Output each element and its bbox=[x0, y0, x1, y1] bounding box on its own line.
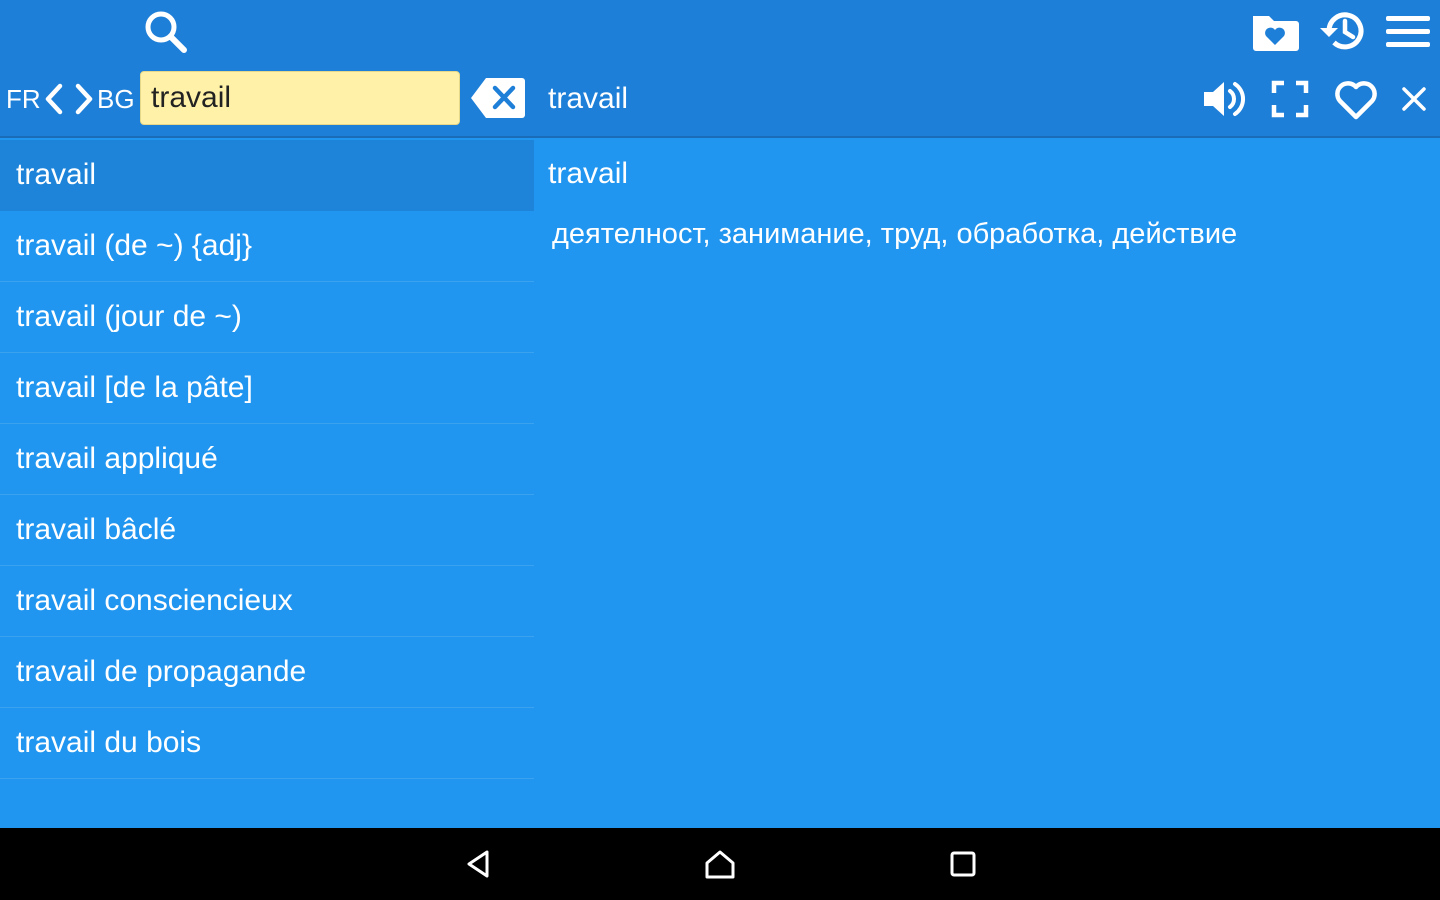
pronounce-button[interactable] bbox=[1198, 76, 1250, 122]
menu-icon bbox=[1386, 16, 1430, 47]
search-icon bbox=[145, 11, 187, 53]
headword: travail bbox=[548, 157, 629, 190]
toolbar: FR BG travail bbox=[0, 0, 1440, 138]
list-item[interactable]: travail du bois bbox=[0, 708, 534, 779]
results-list: travail travail (de ~) {adj} travail (jo… bbox=[0, 140, 534, 828]
search-button[interactable] bbox=[140, 6, 190, 56]
translation-text: деятелност, занимание, труд, обработка, … bbox=[552, 218, 1238, 250]
list-item[interactable]: travail de propagande bbox=[0, 637, 534, 708]
source-language[interactable]: FR bbox=[6, 78, 41, 120]
swap-languages-icon bbox=[45, 83, 93, 115]
list-item[interactable]: travail consciencieux bbox=[0, 566, 534, 637]
translation-panel: travail деятелност, занимание, труд, обр… bbox=[534, 140, 1440, 828]
speaker-icon bbox=[1204, 82, 1245, 116]
favorites-folder-icon bbox=[1253, 16, 1299, 51]
clear-search-button[interactable] bbox=[470, 76, 526, 120]
list-item[interactable]: travail [de la pâte] bbox=[0, 353, 534, 424]
menu-button[interactable] bbox=[1382, 8, 1434, 54]
heart-icon bbox=[1335, 81, 1377, 120]
back-icon bbox=[467, 850, 489, 878]
fullscreen-icon bbox=[1271, 80, 1309, 118]
list-item[interactable]: travail bâclé bbox=[0, 495, 534, 566]
clear-icon bbox=[471, 78, 525, 118]
history-icon bbox=[1320, 12, 1364, 50]
recents-button[interactable] bbox=[940, 842, 986, 886]
search-input[interactable] bbox=[141, 72, 459, 124]
home-icon bbox=[705, 850, 735, 879]
fullscreen-button[interactable] bbox=[1266, 76, 1314, 122]
swap-languages-button[interactable] bbox=[44, 80, 96, 118]
add-favorite-button[interactable] bbox=[1330, 74, 1382, 124]
list-item[interactable]: travail (jour de ~) bbox=[0, 282, 534, 353]
search-field[interactable] bbox=[140, 71, 460, 125]
close-icon bbox=[1402, 87, 1426, 111]
list-item[interactable]: travail (de ~) {adj} bbox=[0, 211, 534, 282]
history-button[interactable] bbox=[1316, 6, 1368, 56]
entry-title: travail bbox=[548, 82, 629, 115]
close-entry-button[interactable] bbox=[1396, 80, 1432, 118]
list-item[interactable]: travail appliqué bbox=[0, 424, 534, 495]
recents-icon bbox=[950, 851, 976, 877]
back-button[interactable] bbox=[455, 842, 501, 886]
target-language[interactable]: BG bbox=[97, 78, 135, 120]
favorites-folder-button[interactable] bbox=[1249, 8, 1301, 54]
system-navigation-bar bbox=[0, 828, 1440, 900]
home-button[interactable] bbox=[697, 842, 743, 886]
list-item[interactable]: travail bbox=[0, 140, 534, 211]
